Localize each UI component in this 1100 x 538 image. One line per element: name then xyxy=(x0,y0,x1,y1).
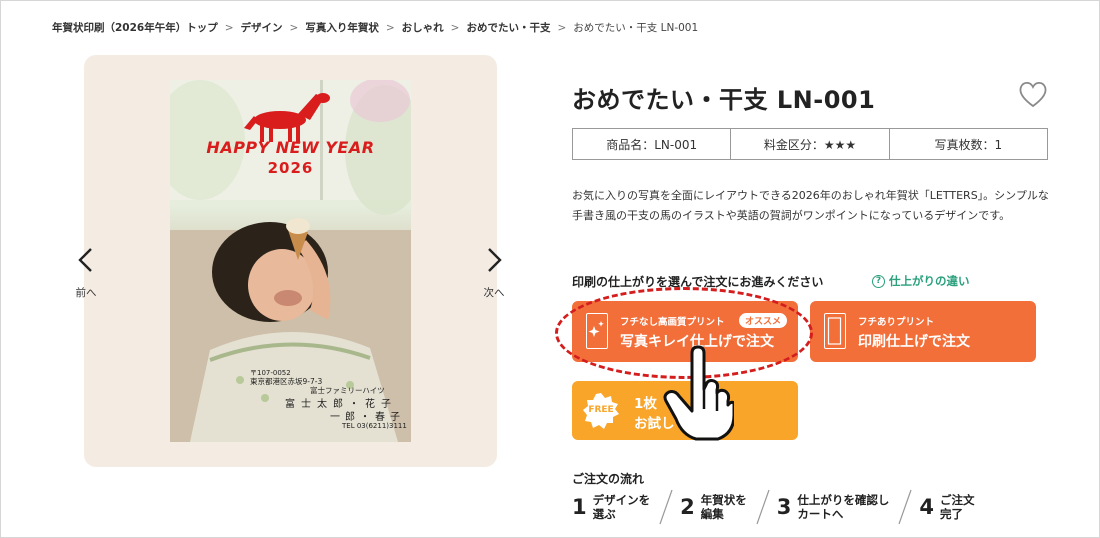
spec-price-class: 料金区分：★★★ xyxy=(731,129,890,159)
flow-step-number: 2 xyxy=(680,495,695,519)
prev-button[interactable]: 前へ xyxy=(66,245,106,300)
breadcrumb-separator: > xyxy=(450,21,460,34)
preview-panel: 前へ HAPPY NEW YEAR 2026 〒107-0052 東京都港区赤坂… xyxy=(76,55,505,467)
card-sender-name2: 一郎・春子 xyxy=(330,412,405,423)
product-title: おめでたい・干支 LN-001 xyxy=(572,86,876,114)
breadcrumb-top-link[interactable]: 年賀状印刷（2026年午年）トップ xyxy=(52,20,218,35)
card-greeting: HAPPY NEW YEAR xyxy=(206,138,375,157)
breadcrumb-separator: > xyxy=(289,21,299,34)
breadcrumb-current: おめでたい・干支 LN-001 xyxy=(573,22,699,34)
breadcrumb-design-link[interactable]: デザイン xyxy=(241,20,283,35)
flow-step-label: ご注文 完了 xyxy=(940,493,975,521)
standard-option-subtitle: フチありプリント xyxy=(858,317,935,328)
flow-divider xyxy=(898,489,912,525)
next-label: 次へ xyxy=(483,287,505,299)
question-circle-icon: ? xyxy=(872,274,885,288)
finish-diff-label: 仕上がりの違い xyxy=(889,274,970,288)
card-year: 2026 xyxy=(267,159,314,177)
card-preview-image: HAPPY NEW YEAR 2026 〒107-0052 東京都港区赤坂9-7… xyxy=(170,80,411,442)
order-flow: 1 デザインを 選ぶ 2 年賀状を 編集 3 仕上がりを確認し カートへ 4 ご… xyxy=(572,488,975,526)
spec-product-name: 商品名：LN-001 xyxy=(573,129,732,159)
breadcrumb-separator: > xyxy=(224,21,234,34)
breadcrumb: 年賀状印刷（2026年午年）トップ > デザイン > 写真入り年賀状 > おしゃ… xyxy=(52,20,698,35)
bordered-photo-icon xyxy=(824,313,846,349)
flow-divider xyxy=(659,489,673,525)
flow-step-label: 年賀状を 編集 xyxy=(700,493,747,521)
breadcrumb-photo-link[interactable]: 写真入り年賀状 xyxy=(305,20,379,35)
spec-photo-count: 写真枚数：1 xyxy=(934,137,1003,152)
chevron-left-icon xyxy=(78,248,92,272)
breadcrumb-category-link[interactable]: おめでたい・干支 xyxy=(466,20,550,35)
order-standard-print-button[interactable]: フチありプリント 印刷仕上げで注文 xyxy=(810,301,1036,362)
finish-diff-link[interactable]: ? 仕上がりの違い xyxy=(872,273,970,289)
heart-outline-icon[interactable] xyxy=(1018,80,1048,108)
flow-step-number: 1 xyxy=(572,495,587,519)
product-description: お気に入りの写真を全面にレイアウトできる2026年のおしゃれ年賀状「LETTER… xyxy=(572,189,1049,222)
breadcrumb-separator: > xyxy=(385,21,395,34)
flow-step-number: 4 xyxy=(919,495,934,519)
flow-step-3: 3 仕上がりを確認し カートへ xyxy=(777,493,890,521)
flow-step-2: 2 年賀状を 編集 xyxy=(680,493,747,521)
breadcrumb-separator: > xyxy=(557,21,567,34)
frame-icon xyxy=(827,317,842,345)
flow-step-label: 仕上がりを確認し カートへ xyxy=(797,493,890,521)
chevron-right-icon xyxy=(488,248,502,272)
prev-label: 前へ xyxy=(75,287,97,299)
flow-divider xyxy=(756,489,770,525)
next-button[interactable]: 次へ xyxy=(474,245,514,300)
flow-step-1: 1 デザインを 選ぶ xyxy=(572,493,650,521)
flow-step-4: 4 ご注文 完了 xyxy=(919,493,974,521)
spec-table: 商品名：LN-001 料金区分：★★★ 写真枚数：1 xyxy=(572,128,1048,160)
trial-line1: 1枚 xyxy=(634,396,657,412)
flow-step-label: デザインを 選ぶ xyxy=(592,493,651,521)
free-badge-label: FREE xyxy=(588,405,614,415)
order-flow-heading: ご注文の流れ xyxy=(572,472,645,486)
hand-pointer-icon xyxy=(663,345,734,441)
standard-option-label: 印刷仕上げで注文 xyxy=(858,334,970,350)
card-sender-tel: TEL 03(6211)3111 xyxy=(342,422,407,430)
breadcrumb-stylish-link[interactable]: おしゃれ xyxy=(402,20,444,35)
flow-step-number: 3 xyxy=(776,495,792,519)
